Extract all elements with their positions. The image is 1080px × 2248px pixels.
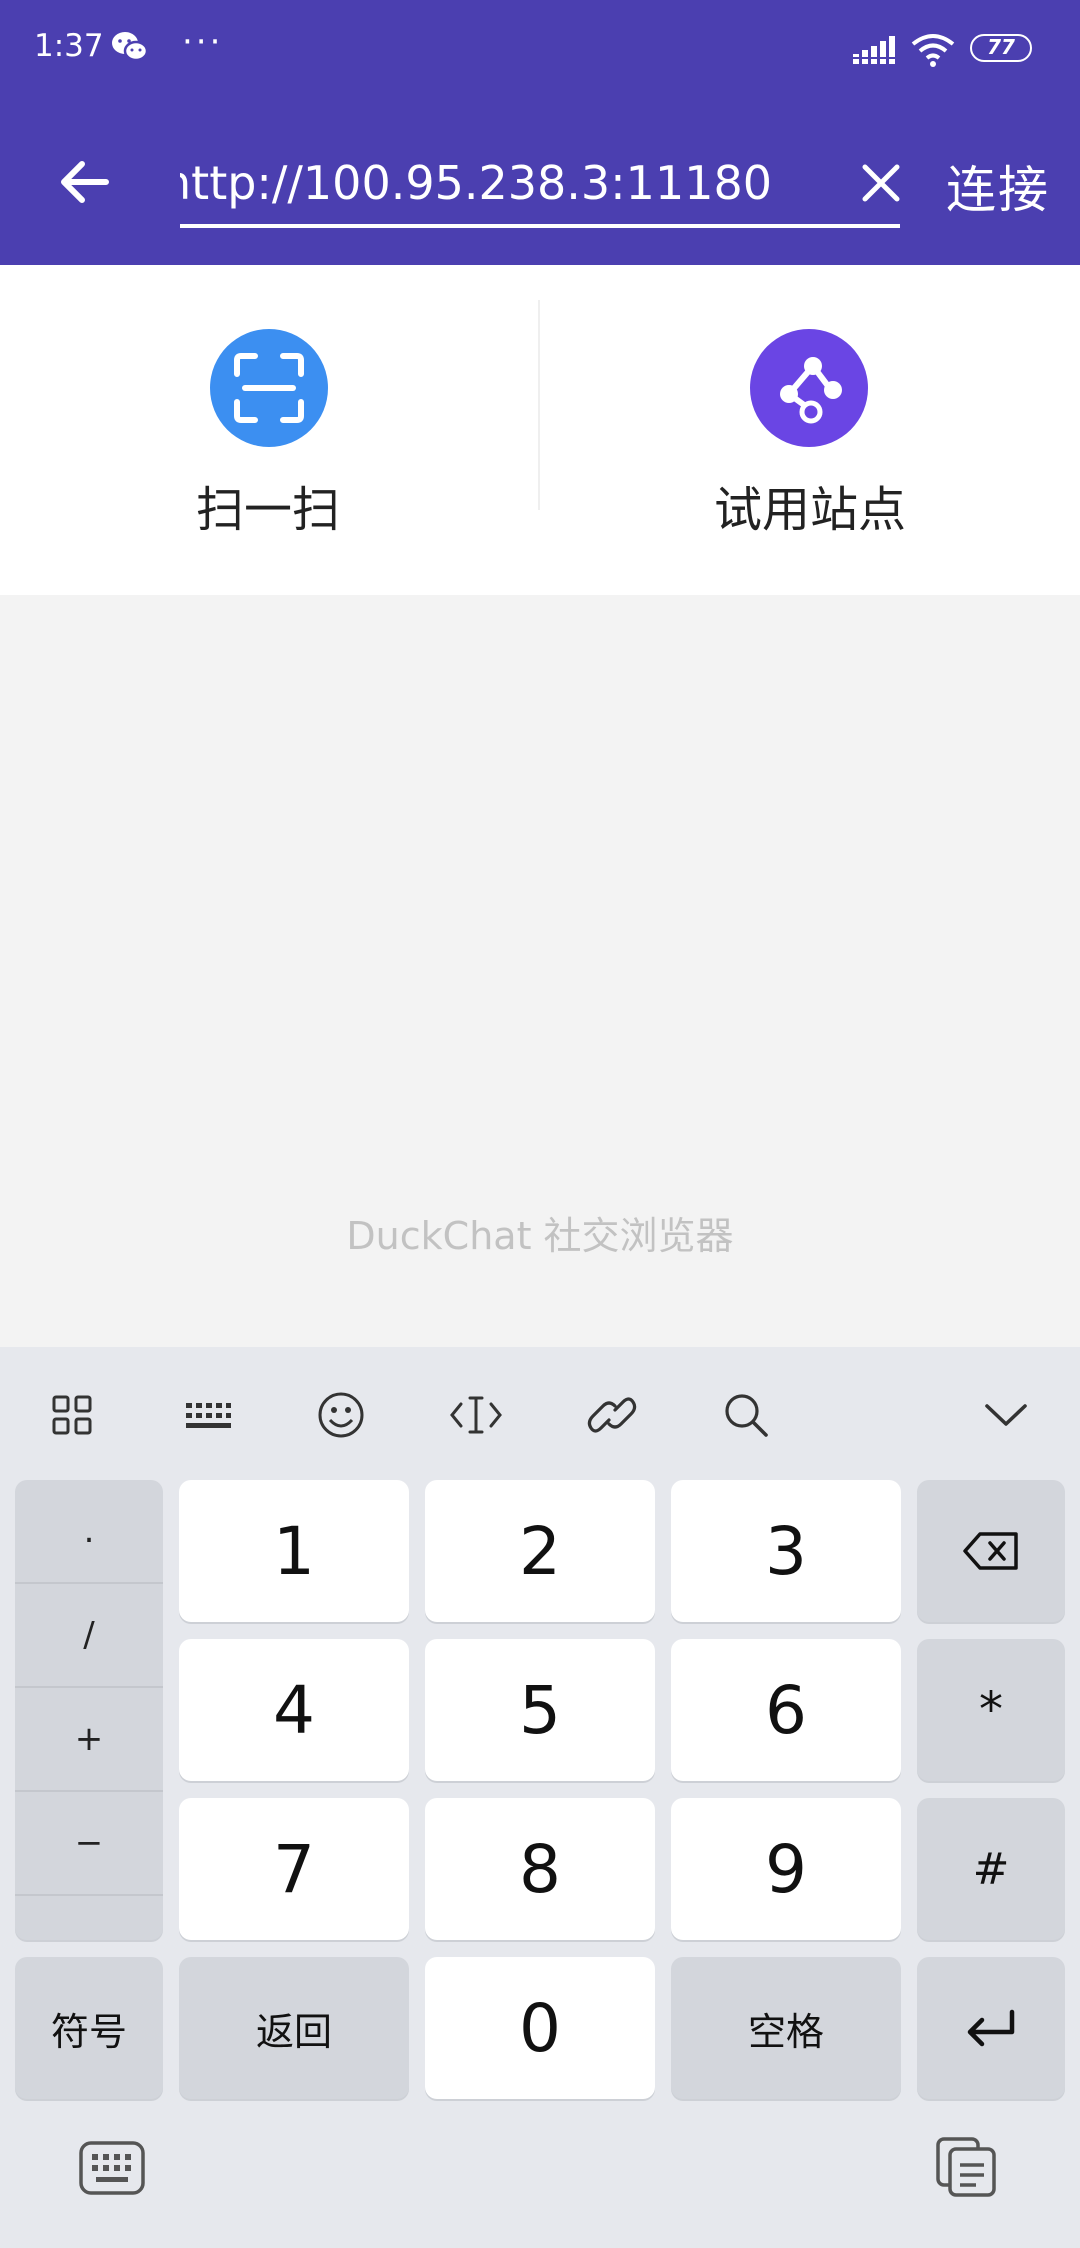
key-star[interactable]: *	[917, 1639, 1065, 1781]
backspace-icon	[963, 1532, 1018, 1570]
status-time: 1:37	[34, 28, 104, 64]
brand-text: DuckChat 社交浏览器	[346, 1214, 734, 1258]
clipboard-icon[interactable]	[934, 2135, 998, 2203]
symbols-key[interactable]: 符号	[15, 1957, 163, 2099]
wechat-icon	[110, 30, 150, 68]
key-hash[interactable]: #	[917, 1798, 1065, 1940]
return-key[interactable]: 返回	[179, 1957, 409, 2099]
clear-button[interactable]	[852, 154, 910, 212]
signal-icon	[853, 36, 897, 68]
arrow-left-icon	[61, 161, 109, 203]
key-8[interactable]: 8	[425, 1798, 655, 1940]
battery-indicator: 77	[970, 34, 1032, 62]
side-symbol-column[interactable]: . / + −	[15, 1480, 163, 1940]
connect-button[interactable]: 连接	[946, 150, 1050, 222]
share-nodes-icon	[750, 329, 868, 447]
scan-icon	[210, 329, 328, 447]
grid-icon[interactable]	[42, 1385, 102, 1445]
clip-icon[interactable]	[582, 1385, 642, 1445]
keyboard-switch-icon[interactable]	[78, 2140, 146, 2200]
key-2[interactable]: 2	[425, 1480, 655, 1622]
key-5[interactable]: 5	[425, 1639, 655, 1781]
scan-action[interactable]: 扫一扫	[0, 265, 540, 595]
key-7[interactable]: 7	[179, 1798, 409, 1940]
quick-actions-panel: 扫一扫 试用站点	[0, 265, 1080, 595]
keyboard-icon[interactable]	[178, 1385, 238, 1445]
top-header: 1:37 ··· 77 http://100.95.238.3:11180 连接	[0, 0, 1080, 265]
trial-site-label: 试用站点	[713, 482, 906, 538]
key-6[interactable]: 6	[671, 1639, 901, 1781]
key-1[interactable]: 1	[179, 1480, 409, 1622]
trial-site-action[interactable]: 试用站点	[540, 265, 1080, 595]
wifi-icon	[910, 32, 956, 72]
enter-icon	[967, 2009, 1015, 2047]
key-side-empty[interactable]	[15, 1896, 163, 1940]
chevron-down-icon[interactable]	[976, 1385, 1036, 1445]
backspace-key[interactable]	[917, 1480, 1065, 1622]
back-button[interactable]	[52, 150, 116, 214]
key-slash[interactable]: /	[15, 1584, 163, 1688]
url-input[interactable]	[180, 148, 900, 218]
key-3[interactable]: 3	[671, 1480, 901, 1622]
key-4[interactable]: 4	[179, 1639, 409, 1781]
actions-divider	[538, 300, 540, 510]
key-minus[interactable]: −	[15, 1792, 163, 1896]
scan-label: 扫一扫	[195, 482, 340, 538]
keyboard-toolbar	[0, 1347, 1080, 1467]
cursor-icon[interactable]	[446, 1385, 506, 1445]
search-icon[interactable]	[716, 1385, 776, 1445]
enter-key[interactable]	[917, 1957, 1065, 2099]
emoji-icon[interactable]	[311, 1385, 371, 1445]
key-plus[interactable]: +	[15, 1688, 163, 1792]
url-field[interactable]	[180, 148, 900, 228]
key-9[interactable]: 9	[671, 1798, 901, 1940]
space-key[interactable]: 空格	[671, 1957, 901, 2099]
more-notifications-icon: ···	[182, 22, 224, 62]
numeric-keyboard: . / + − 1 2 3 4 5 6 * 7 8 9 # 符号 返回 0 空格	[0, 1347, 1080, 2248]
close-icon	[862, 164, 900, 202]
key-0[interactable]: 0	[425, 1957, 655, 2099]
key-dot[interactable]: .	[15, 1480, 163, 1584]
